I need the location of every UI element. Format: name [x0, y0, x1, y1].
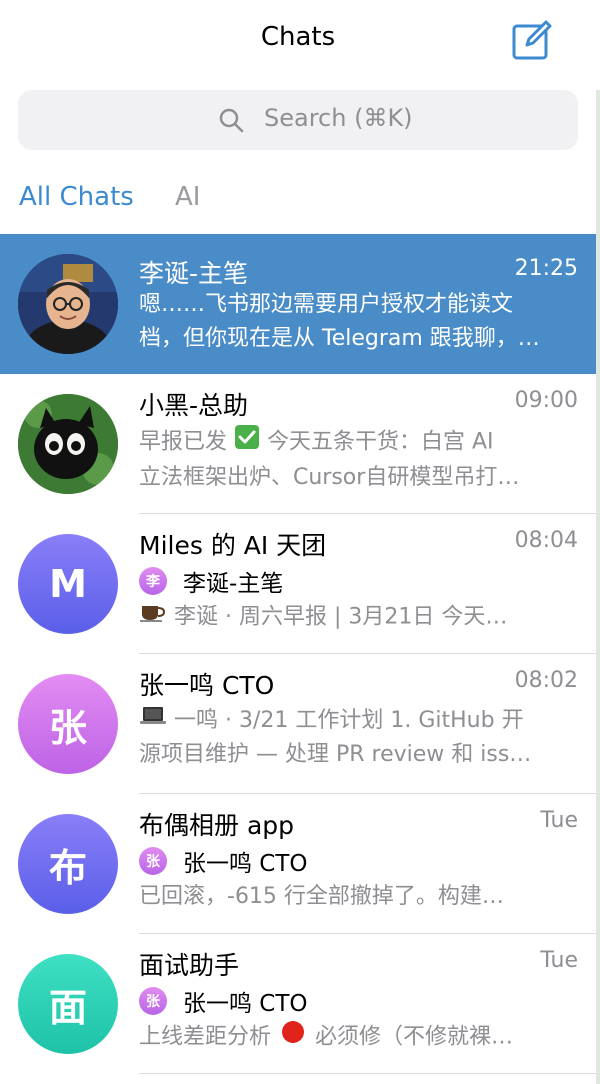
check-mark-icon — [234, 424, 260, 461]
coffee-icon — [139, 600, 167, 635]
search-input[interactable]: Search (⌘K) — [264, 104, 413, 132]
page-title: Chats — [260, 22, 336, 52]
chat-name: 小黑-总助 — [139, 391, 249, 420]
chat-preview: 上线差距分析 必须修（不修就裸… — [139, 1020, 579, 1055]
chat-row-miles-ai[interactable]: M Miles 的 AI 天团 08:04 李 李诞-主笔 李诞 · 周六早报 … — [0, 514, 596, 654]
tab-ai[interactable]: AI — [175, 182, 200, 212]
chat-time: 08:04 — [514, 528, 578, 553]
chat-folder-tabs: All Chats AI — [0, 160, 600, 242]
chat-time: Tue — [540, 808, 578, 833]
avatar: 张 — [18, 674, 118, 774]
chat-name: Miles 的 AI 天团 — [139, 531, 327, 560]
tab-all-chats[interactable]: All Chats — [19, 182, 134, 212]
last-sender: 张 张一鸣 CTO — [139, 984, 308, 1018]
avatar — [18, 254, 118, 354]
avatar — [18, 394, 118, 494]
chat-name: 面试助手 — [139, 951, 240, 980]
window-edge — [596, 90, 600, 1084]
search-icon — [219, 108, 244, 133]
chat-name: 布偶相册 app — [139, 811, 295, 840]
chat-row-album-app[interactable]: 布 布偶相册 app Tue 张 张一鸣 CTO 已回滚，-615 行全部撤掉了… — [0, 794, 596, 934]
avatar: 布 — [18, 814, 118, 914]
laptop-icon — [139, 704, 167, 738]
search-bar[interactable]: Search (⌘K) — [18, 90, 578, 150]
avatar: 面 — [18, 954, 118, 1054]
chat-preview: 早报已发 今天五条干货：白宫 AI 立法框架出炉、Cursor自研模型吊打… — [139, 424, 579, 495]
sender-avatar: 张 — [139, 847, 167, 875]
red-circle-icon — [278, 1020, 308, 1055]
person-photo-icon — [18, 254, 118, 354]
chat-time: 21:25 — [514, 256, 578, 281]
sender-avatar: 张 — [139, 987, 167, 1015]
chat-row-xiao-hei[interactable]: 小黑-总助 09:00 早报已发 今天五条干货：白宫 AI 立法框架出炉、Cur… — [0, 374, 596, 514]
chat-preview: 李诞 · 周六早报 | 3月21日 今天… — [139, 600, 579, 635]
sender-avatar: 李 — [139, 567, 167, 595]
chat-time: Tue — [540, 948, 578, 973]
chat-preview: 嗯……飞书那边需要用户授权才能读文 档，但你现在是从 Telegram 跟我聊，… — [139, 292, 540, 351]
divider — [139, 1073, 596, 1074]
last-sender: 李 李诞-主笔 — [139, 564, 283, 598]
header: Chats — [0, 0, 600, 80]
chat-row-zhang-yiming[interactable]: 张 张一鸣 CTO 08:02 一鸣 · 3/21 工作计划 1. GitHub… — [0, 654, 596, 794]
chat-row-li-dan[interactable]: 李诞-主笔 21:25 嗯……飞书那边需要用户授权才能读文 档，但你现在是从 T… — [0, 234, 596, 374]
compose-button[interactable] — [510, 18, 554, 62]
chat-preview: 一鸣 · 3/21 工作计划 1. GitHub 开 源项目维护 — 处理 PR… — [139, 704, 579, 772]
chat-preview: 已回滚，-615 行全部撤掉了。构建… — [139, 884, 504, 909]
avatar: M — [18, 534, 118, 634]
chat-row-interview[interactable]: 面 面试助手 Tue 张 张一鸣 CTO 上线差距分析 必须修（不修就裸… — [0, 934, 596, 1074]
compose-icon — [512, 20, 552, 60]
chat-time: 08:02 — [514, 668, 578, 693]
chat-name: 李诞-主笔 — [139, 259, 249, 288]
chat-name: 张一鸣 CTO — [139, 671, 275, 700]
last-sender: 张 张一鸣 CTO — [139, 844, 308, 878]
chat-time: 09:00 — [514, 388, 578, 413]
black-cat-icon — [18, 394, 118, 494]
